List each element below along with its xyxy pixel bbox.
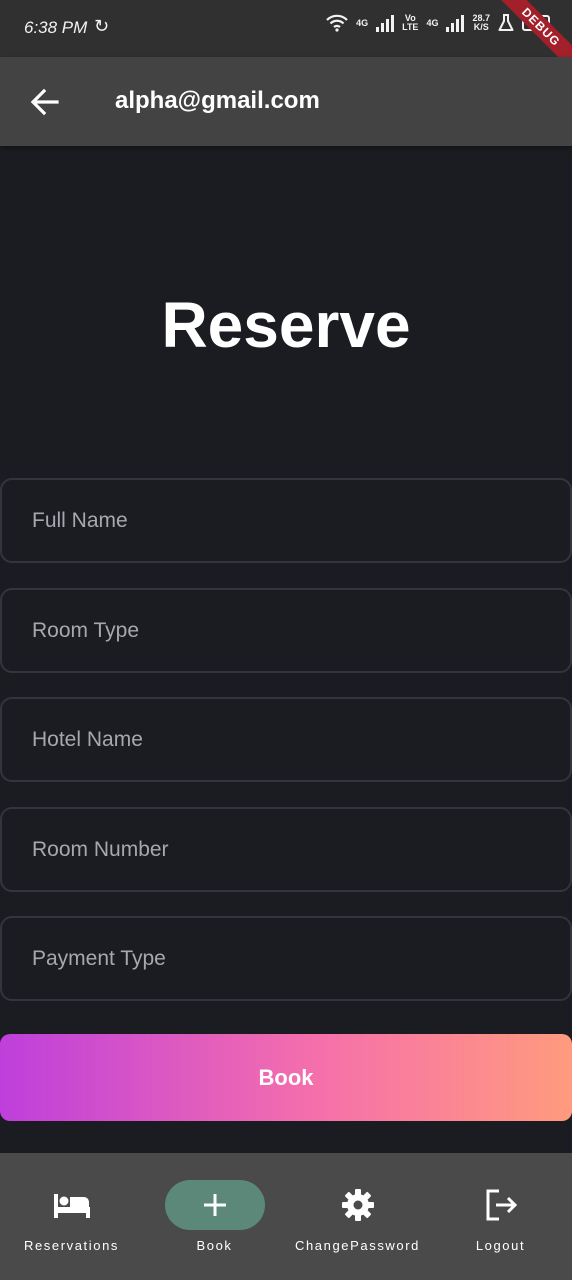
net-speed-unit: K/S	[473, 22, 489, 32]
full-name-field	[0, 478, 572, 563]
status-bar: 6:38 PM ↻ 4G Vo LTE 4G 28.7 K/S 100 DEBU…	[0, 0, 572, 80]
volte-label: Vo LTE	[402, 14, 418, 32]
room-type-input[interactable]	[2, 590, 570, 671]
nav-icon-container	[22, 1180, 122, 1230]
nav-label-logout: Logout	[475, 1238, 526, 1253]
network-4g-label-2: 4G	[426, 17, 439, 28]
sync-icon: ↻	[94, 16, 110, 36]
signal-icon-2	[446, 14, 465, 32]
room-number-field	[0, 807, 572, 892]
net-speed: 28.7 K/S	[472, 14, 490, 32]
hotel-name-input[interactable]	[2, 699, 570, 780]
nav-label-reservations: Reservations	[23, 1238, 120, 1253]
signal-icon	[376, 14, 395, 32]
bottom-navigation: Reservations Book ChangePassword Logout	[0, 1153, 572, 1280]
page-title: Reserve	[161, 289, 411, 361]
nav-item-logout[interactable]: Logout	[429, 1153, 572, 1280]
status-time: 6:38 PM	[24, 18, 88, 37]
room-type-field	[0, 588, 572, 673]
nav-icon-container	[451, 1180, 551, 1230]
hotel-bed-icon	[53, 1194, 90, 1218]
flask-icon	[498, 14, 514, 31]
room-number-input[interactable]	[2, 809, 570, 890]
back-button[interactable]	[26, 83, 64, 121]
nav-item-reservations[interactable]: Reservations	[0, 1153, 143, 1280]
wifi-icon	[326, 14, 348, 32]
hotel-name-field	[0, 697, 572, 782]
nav-item-change-password[interactable]: ChangePassword	[286, 1153, 429, 1280]
volte-bottom: LTE	[402, 22, 419, 32]
status-indicators: 4G Vo LTE 4G 28.7 K/S 100	[326, 14, 550, 32]
back-arrow-icon	[30, 88, 59, 116]
full-name-input[interactable]	[2, 480, 570, 561]
book-button[interactable]: Book	[0, 1034, 572, 1121]
nav-icon-container	[308, 1180, 408, 1230]
plus-icon	[203, 1194, 226, 1216]
app-bar: alpha@gmail.com	[0, 57, 572, 146]
payment-type-field	[0, 916, 572, 1001]
payment-type-input[interactable]	[2, 918, 570, 999]
nav-icon-container-active	[164, 1180, 265, 1230]
app-bar-title: alpha@gmail.com	[115, 87, 320, 114]
network-4g-label: 4G	[356, 17, 369, 28]
nav-label-book: Book	[196, 1238, 233, 1253]
gear-icon	[341, 1189, 374, 1221]
nav-item-book[interactable]: Book	[143, 1153, 286, 1280]
logout-icon	[486, 1189, 517, 1221]
nav-label-change-password: ChangePassword	[294, 1238, 421, 1253]
